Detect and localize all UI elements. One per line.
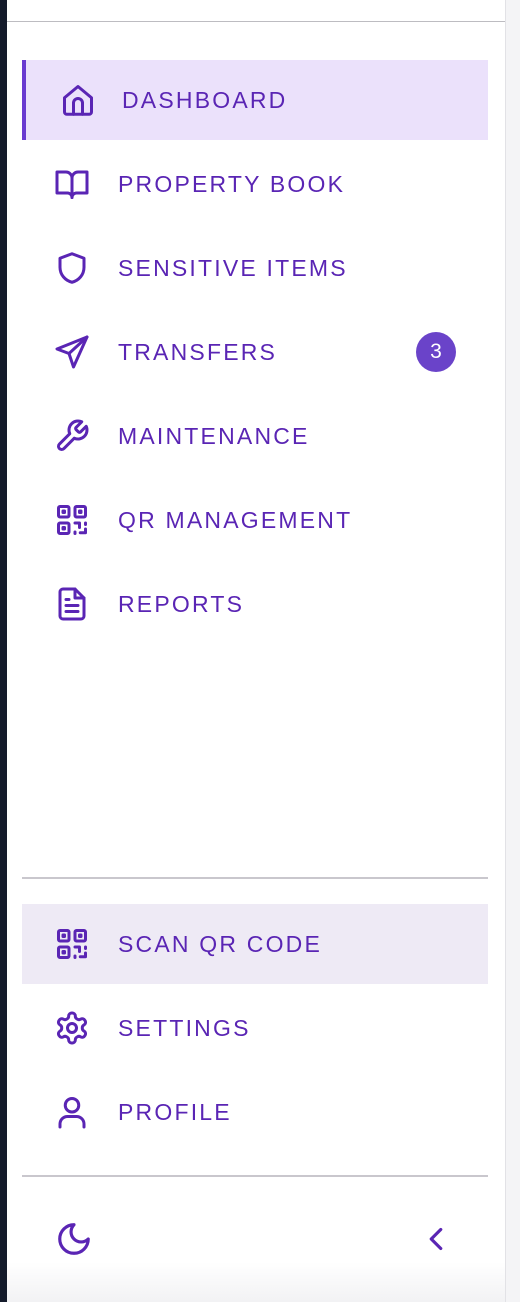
nav-item-label: REPORTS — [118, 591, 245, 617]
nav-item-label: MAINTENANCE — [118, 423, 310, 449]
nav-item-sensitive-items[interactable]: SENSITIVE ITEMS — [22, 228, 488, 308]
nav-item-reports[interactable]: REPORTS — [22, 564, 488, 644]
theme-toggle-button[interactable] — [54, 1219, 94, 1259]
nav-item-label: PROPERTY BOOK — [118, 171, 346, 197]
nav-item-property-book[interactable]: PROPERTY BOOK — [22, 144, 488, 224]
nav-item-label: TRANSFERS — [118, 339, 278, 365]
nav-item-label: SETTINGS — [118, 1015, 251, 1041]
footer-divider — [22, 1175, 488, 1177]
nav-item-dashboard[interactable]: DASHBOARD — [22, 60, 488, 140]
transfers-count-badge: 3 — [416, 332, 456, 372]
collapse-sidebar-button[interactable] — [416, 1219, 456, 1259]
shield-icon — [54, 250, 90, 286]
top-divider — [7, 21, 505, 22]
book-icon — [54, 166, 90, 202]
nav-item-label: QR MANAGEMENT — [118, 507, 353, 533]
nav-item-label: DASHBOARD — [122, 87, 288, 113]
nav-item-maintenance[interactable]: MAINTENANCE — [22, 396, 488, 476]
window-left-edge — [0, 0, 7, 1302]
qr-code-icon — [54, 926, 90, 962]
nav-item-scan-qr-code[interactable]: SCAN QR CODE — [22, 904, 488, 984]
nav-item-label: SENSITIVE ITEMS — [118, 255, 348, 281]
send-icon — [54, 334, 90, 370]
sidebar-right-edge — [505, 0, 520, 1302]
nav-item-label: SCAN QR CODE — [118, 931, 323, 957]
moon-icon — [55, 1220, 93, 1258]
home-icon — [60, 82, 96, 118]
document-icon — [54, 586, 90, 622]
user-icon — [54, 1094, 90, 1130]
nav-item-settings[interactable]: SETTINGS — [22, 988, 488, 1068]
sidebar-bottom-shade — [7, 1262, 505, 1302]
nav-item-qr-management[interactable]: QR MANAGEMENT — [22, 480, 488, 560]
chevron-left-icon — [417, 1220, 455, 1258]
nav-item-label: PROFILE — [118, 1099, 232, 1125]
qr-code-icon — [54, 502, 90, 538]
section-divider — [22, 877, 488, 879]
gear-icon — [54, 1010, 90, 1046]
wrench-icon — [54, 418, 90, 454]
nav-item-profile[interactable]: PROFILE — [22, 1072, 488, 1152]
nav-item-transfers[interactable]: TRANSFERS 3 — [22, 312, 488, 392]
